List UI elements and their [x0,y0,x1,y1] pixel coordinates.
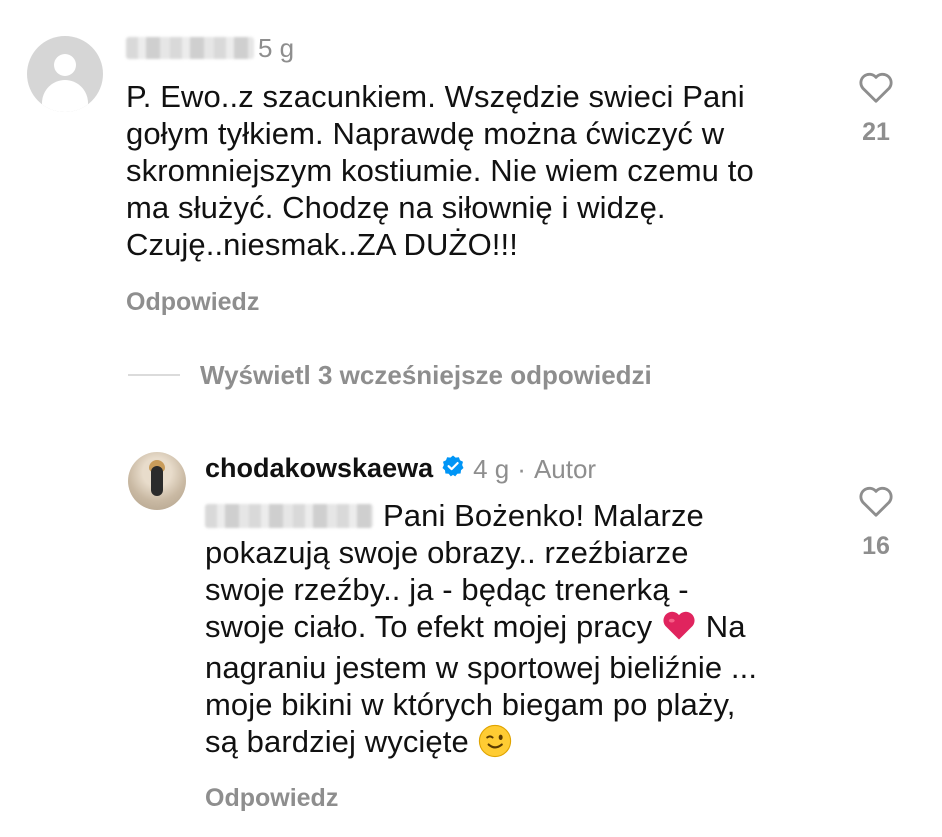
blurred-mention[interactable] [205,503,373,528]
comment-line: ma służyć. Chodzę na siłownię i widzę. [126,190,666,225]
user-avatar-placeholder[interactable] [27,36,103,112]
verified-badge-icon [441,454,465,483]
heart-outline-icon[interactable] [858,70,894,104]
comment-line: moje bikini w których biegam po plaży, [205,687,736,722]
view-earlier-replies-button[interactable]: Wyświetl 3 wcześniejsze odpowiedzi [200,360,652,391]
winking-face-icon [478,724,512,766]
comment-line-text: swoje ciało. To efekt mojej pracy [205,609,653,644]
comment-body: P. Ewo..z szacunkiem. Wszędzie swieci Pa… [126,78,846,263]
comment-line: P. Ewo..z szacunkiem. Wszędzie swieci Pa… [126,79,745,114]
comment-line: skromniejszym kostiumie. Nie wiem czemu … [126,153,754,188]
comment-time: 5 g [258,33,295,63]
comment-line-text: Pani Bożenko! Malarze [383,498,704,533]
reply-button[interactable]: Odpowiedz [126,288,259,317]
comment-line-text: są bardziej wycięte [205,724,469,759]
heart-outline-icon[interactable] [858,484,894,518]
meta-separator: · [517,453,526,484]
like-count: 21 [862,118,890,146]
avatar-figure-shape [151,466,163,496]
like-control: 21 [846,70,906,147]
author-avatar[interactable] [128,452,186,510]
comment-line: Pani Bożenko! Malarze [205,497,835,534]
comment-line: Czuję..niesmak..ZA DUŻO!!! [126,227,518,262]
author-username[interactable]: chodakowskaewa [205,453,433,484]
avatar-head-shape [54,54,76,76]
thread-line-divider [128,374,180,376]
red-heart-icon [661,609,697,649]
comment-line: są bardziej wycięte [205,723,835,766]
comment-time: 4 g [473,453,510,484]
author-badge: Autor [533,453,597,484]
reply-button[interactable]: Odpowiedz [205,784,338,813]
comment-body: Pani Bożenko! Malarze pokazują swoje obr… [205,497,835,766]
avatar-shoulders-shape [42,80,88,112]
comment-line: pokazują swoje obrazy.. rzeźbiarze [205,535,689,570]
like-count: 16 [862,532,890,560]
blurred-username[interactable] [126,37,254,59]
comment-line: gołym tyłkiem. Naprawdę można ćwiczyć w [126,116,725,151]
like-control: 16 [846,484,906,561]
comment-line: nagraniu jestem w sportowej bieliźnie ..… [205,650,758,685]
comment-line: swoje ciało. To efekt mojej pracy Na [205,608,835,649]
comment-line: swoje rzeźby.. ja - będąc trenerką - [205,572,689,607]
author-header: chodakowskaewa 4 g · Autor [205,453,596,484]
comment-line-text: Na [705,609,746,644]
